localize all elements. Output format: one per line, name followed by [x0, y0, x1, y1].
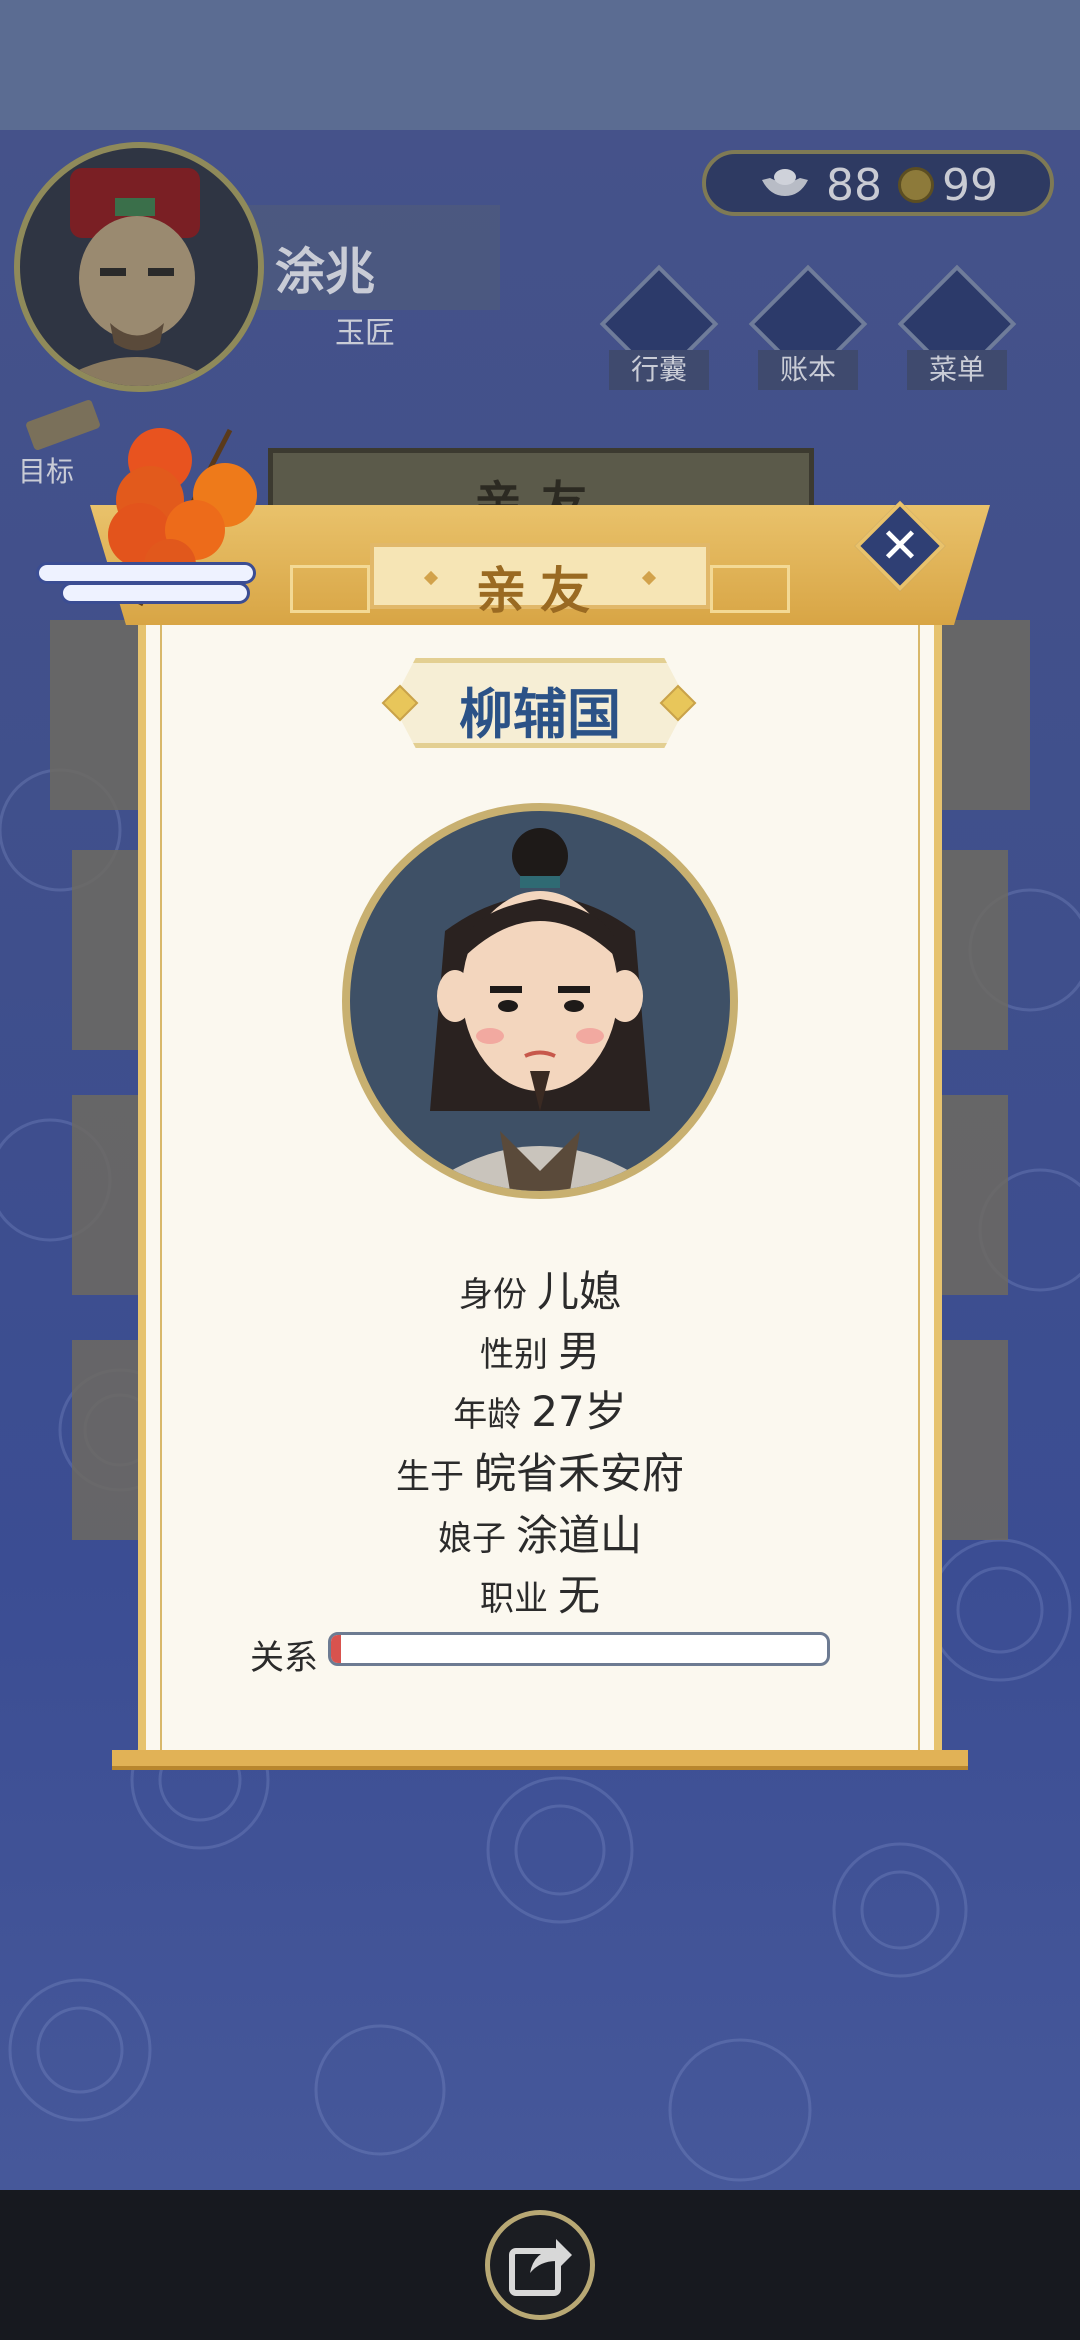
- dialog-title: 亲友: [476, 562, 604, 620]
- dialog-title-plate: 亲友: [370, 543, 710, 620]
- bag-label: 行囊: [609, 350, 709, 390]
- dialog-bottom-rail: [112, 1750, 968, 1770]
- menu-button[interactable]: 菜单: [894, 264, 1020, 398]
- occupation-value: 无: [557, 1571, 600, 1620]
- header-ornament-right: [710, 565, 790, 613]
- spouse-label: 娘子: [437, 1519, 506, 1559]
- dim-card-right-top: [930, 620, 1030, 810]
- gender-value: 男: [557, 1327, 600, 1376]
- relation-bar-fill: [331, 1635, 341, 1663]
- cloud-decoration-1: [36, 562, 256, 584]
- character-name: 柳辅国: [459, 683, 621, 746]
- age-value: 27岁: [531, 1387, 627, 1436]
- info-row-age: 年龄 27岁: [138, 1378, 942, 1439]
- cloud-decoration-2: [60, 582, 250, 604]
- top-status-area: [0, 0, 1080, 130]
- share-icon: [509, 2239, 572, 2296]
- goal-label: 目标: [18, 455, 75, 488]
- copper-coin-icon: [898, 167, 934, 203]
- info-row-occupation: 职业无: [138, 1562, 942, 1623]
- dim-card-left-top: [50, 620, 150, 810]
- gender-label: 性别: [479, 1335, 548, 1375]
- player-name: 涂兆: [275, 243, 375, 301]
- relation-label: 关系: [250, 1638, 318, 1678]
- player-title: 玉匠: [335, 316, 395, 351]
- ledger-label: 账本: [758, 350, 858, 390]
- age-label: 年龄: [453, 1395, 522, 1435]
- relation-bar: [328, 1632, 830, 1666]
- info-row-gender: 性别男: [138, 1318, 942, 1379]
- silver-ingot-icon: [762, 169, 808, 196]
- info-row-birthplace: 生于 皖省禾安府: [138, 1440, 942, 1501]
- info-row-spouse: 娘子 涂道山: [138, 1502, 942, 1563]
- player-avatar[interactable]: [14, 142, 264, 392]
- close-icon[interactable]: ✕: [876, 516, 924, 576]
- birthplace-value: 皖省禾安府: [473, 1449, 684, 1498]
- silver-count: 88: [826, 160, 882, 211]
- spouse-value: 涂道山: [515, 1511, 642, 1560]
- identity-value: 儿媳: [536, 1267, 621, 1316]
- share-button[interactable]: [485, 2210, 595, 2320]
- character-portrait: [342, 803, 738, 1199]
- currency-bar: 88 99: [702, 150, 1054, 216]
- copper-count: 99: [942, 160, 998, 211]
- info-row-identity: 身份 儿媳: [138, 1258, 942, 1319]
- occupation-label: 职业: [479, 1579, 548, 1619]
- identity-label: 身份: [458, 1275, 527, 1315]
- ledger-button[interactable]: 账本: [745, 264, 871, 398]
- header-ornament-left: [290, 565, 370, 613]
- menu-label: 菜单: [907, 350, 1007, 390]
- birthplace-label: 生于: [395, 1457, 464, 1497]
- bag-button[interactable]: 行囊: [596, 264, 722, 398]
